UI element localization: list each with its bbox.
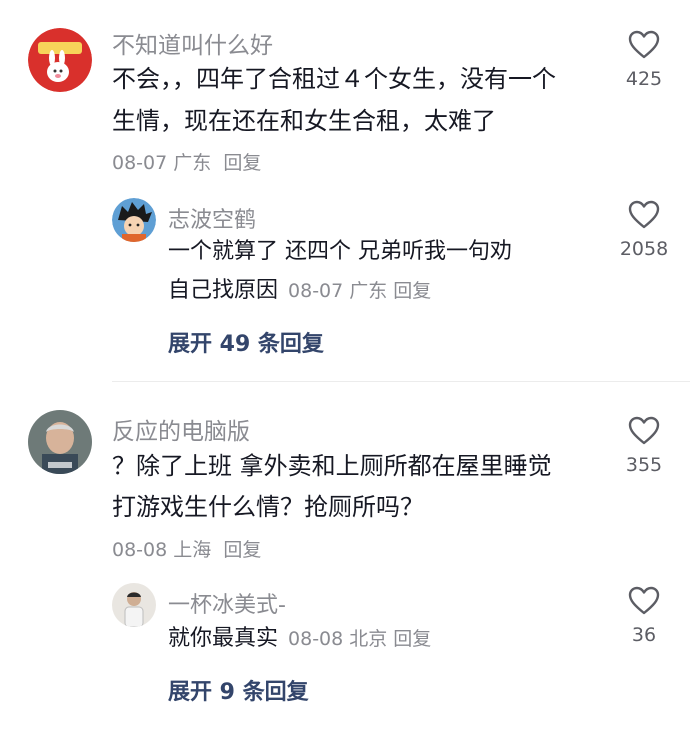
comment-date: 08-08 [112, 539, 168, 561]
comment-meta: 08-07 广东 回复 [112, 148, 261, 175]
like-count: 2058 [619, 238, 669, 260]
rabbit-sticker-avatar[interactable] [28, 28, 92, 92]
reply-text-line-with-meta: 自己找原因 08-07 广东 回复 [168, 272, 431, 310]
comment-location: 广东 [173, 152, 212, 174]
man-photo-avatar[interactable] [28, 410, 92, 474]
like-button[interactable]: 2058 [599, 200, 689, 260]
reply-button[interactable]: 回复 [223, 539, 261, 561]
reply-button[interactable]: 回复 [393, 628, 431, 650]
like-button[interactable]: 355 [599, 416, 689, 476]
reply-text-tail: 自己找原因 [168, 278, 279, 303]
like-count: 36 [631, 624, 657, 646]
person-photo-avatar[interactable] [112, 583, 156, 627]
reply-date: 08-08 [288, 628, 344, 650]
heart-icon [628, 30, 660, 59]
reply-button[interactable]: 回复 [393, 280, 431, 302]
comment-text-line: 打游戏生什么情？抢厕所吗？ [112, 493, 424, 521]
reply-text: 就你最真实 [168, 626, 279, 651]
reply-text-line: 一个就算了 还四个 兄弟听我一句劝 [168, 239, 512, 264]
comment-date: 08-07 [112, 152, 168, 174]
reply-text-line-with-meta: 就你最真实 08-08 北京 回复 [168, 620, 431, 658]
comment-meta: 08-08 上海 回复 [112, 535, 261, 562]
reply-meta: 08-07 广东 回复 [288, 280, 431, 302]
expand-replies-button[interactable]: 展开 9 条回复 [168, 674, 309, 706]
comment-text-line: ？除了上班 拿外卖和上厕所都在屋里睡觉 [112, 452, 552, 480]
comment-divider [112, 381, 690, 382]
like-count: 355 [625, 454, 663, 476]
heart-icon [628, 200, 660, 229]
heart-icon [628, 416, 660, 445]
reply-location: 广东 [349, 280, 388, 302]
like-count: 425 [625, 68, 663, 90]
reply-button[interactable]: 回复 [223, 152, 261, 174]
anime-boy-avatar[interactable] [112, 198, 156, 242]
reply-username[interactable]: 志波空鹤 [168, 202, 256, 234]
comment-text-line: 不会，，四年了合租过４个女生，没有一个 [112, 65, 556, 93]
reply-meta: 08-08 北京 回复 [288, 628, 431, 650]
reply-username[interactable]: 一杯冰美式- [168, 587, 286, 619]
comment-username[interactable]: 不知道叫什么好 [112, 26, 273, 60]
reply-date: 08-07 [288, 280, 344, 302]
comment-text-line: 生情，现在还在和女生合租，太难了 [112, 107, 496, 135]
like-button[interactable]: 425 [599, 30, 689, 90]
like-button[interactable]: 36 [599, 586, 689, 646]
reply-location: 北京 [349, 628, 388, 650]
expand-replies-button[interactable]: 展开 49 条回复 [168, 326, 324, 358]
comment-username[interactable]: 反应的电脑版 [112, 412, 250, 446]
comment-location: 上海 [173, 539, 212, 561]
heart-icon [628, 586, 660, 615]
